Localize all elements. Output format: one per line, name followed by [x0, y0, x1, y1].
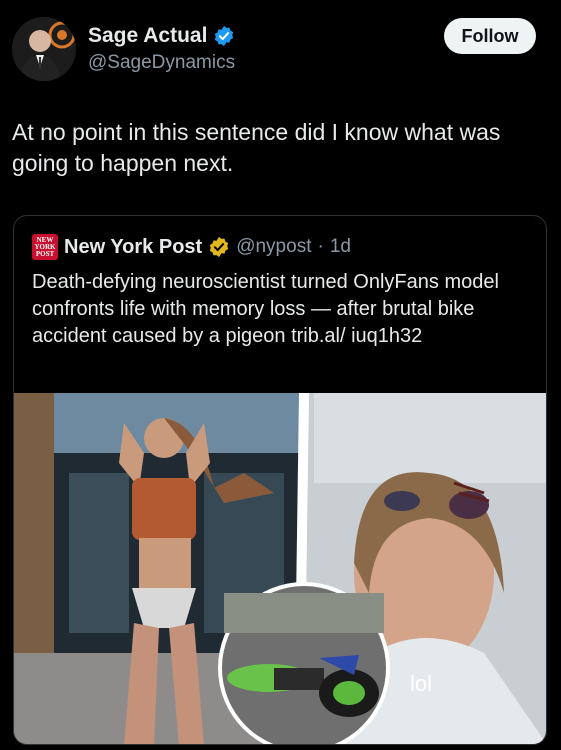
follow-button[interactable]: Follow [444, 18, 536, 54]
quoted-handle[interactable]: @nypost [236, 236, 311, 258]
nypost-logo: NEW YORK POST [32, 234, 58, 260]
quoted-text: Death-defying neuroscientist turned Only… [32, 271, 499, 347]
quoted-media[interactable]: lol [14, 393, 546, 744]
meta-separator: · [317, 236, 324, 257]
author-handle[interactable]: @SageDynamics [88, 52, 235, 74]
author-avatar[interactable] [12, 17, 76, 81]
tweet-header: Sage Actual @SageDynamics Follow [0, 0, 561, 95]
author-name-row[interactable]: Sage Actual [88, 24, 235, 48]
quoted-time[interactable]: 1d [330, 236, 351, 258]
author-name[interactable]: Sage Actual [88, 24, 207, 48]
verified-badge-gold-icon [210, 236, 229, 258]
tweet-text: At no point in this sentence did I know … [12, 119, 501, 176]
quoted-tweet[interactable]: NEW YORK POST New York Post @nypost · 1d… [13, 215, 547, 745]
quoted-header: NEW YORK POST New York Post @nypost · 1d [32, 234, 351, 260]
image-overlay-text: lol [410, 671, 432, 696]
quoted-name[interactable]: New York Post [64, 236, 202, 259]
media-collage: lol [14, 393, 546, 744]
verified-badge-blue-icon [215, 25, 234, 47]
